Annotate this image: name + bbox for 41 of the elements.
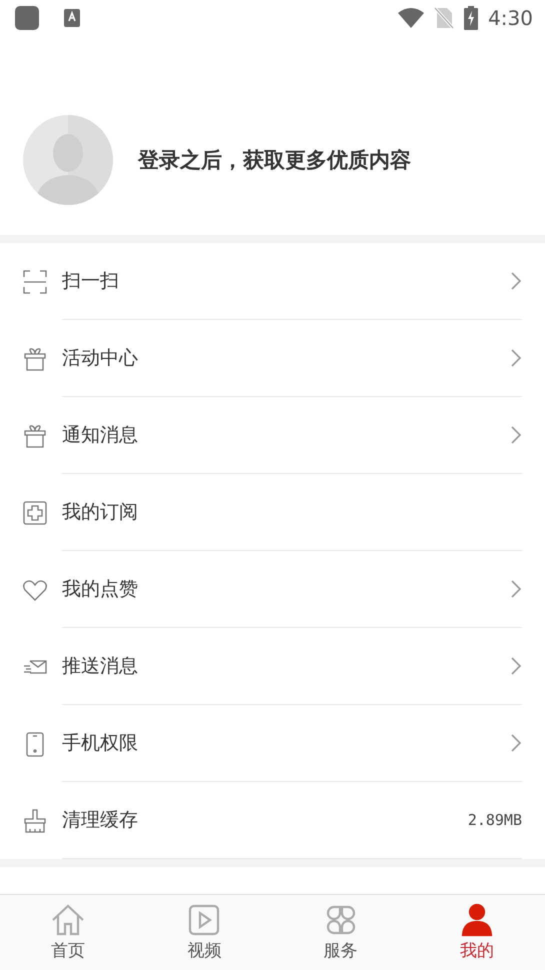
chevron-right-icon: [510, 425, 522, 445]
menu-item[interactable]: 通知消息: [0, 397, 545, 474]
brush-icon: [22, 808, 48, 834]
gift-icon: [22, 346, 48, 372]
tab[interactable]: 我的: [408, 895, 545, 970]
person-icon: [460, 903, 494, 937]
wifi-icon: [398, 7, 424, 29]
menu-label: 扫一扫: [62, 269, 120, 294]
menu-item[interactable]: 推送消息: [0, 628, 545, 705]
menu-item[interactable]: 我的订阅: [0, 474, 545, 551]
home-icon: [51, 903, 86, 937]
menu-label: 我的点赞: [62, 577, 139, 602]
keyboard-icon: [64, 9, 80, 27]
clock-time: 4:30: [488, 6, 533, 30]
chevron-right-icon: [510, 579, 522, 599]
menu-item[interactable]: 手机权限: [0, 705, 545, 782]
menu-item[interactable]: 活动中心: [0, 320, 545, 397]
menu-label: 清理缓存: [62, 808, 139, 833]
video-icon: [187, 903, 222, 937]
gift-icon: [22, 423, 48, 449]
chevron-right-icon: [510, 656, 522, 676]
plus-icon: [22, 500, 48, 526]
login-prompt[interactable]: 登录之后，获取更多优质内容: [138, 146, 411, 174]
tab[interactable]: 服务: [272, 895, 409, 970]
chevron-right-icon: [510, 733, 522, 753]
cache-size: 2.89MB: [468, 811, 522, 829]
menu-item[interactable]: 我的点赞: [0, 551, 545, 628]
menu-label: 活动中心: [62, 346, 139, 371]
menu-label: 手机权限: [62, 731, 139, 756]
menu-label: 通知消息: [62, 423, 139, 448]
menu-label: 我的订阅: [62, 500, 139, 525]
battery-icon: [464, 6, 478, 30]
chevron-right-icon: [510, 348, 522, 368]
menu-label: 推送消息: [62, 654, 139, 679]
tab[interactable]: 视频: [136, 895, 272, 970]
app-icon: [14, 5, 40, 31]
tab[interactable]: 首页: [0, 895, 136, 970]
chevron-right-icon: [510, 271, 522, 291]
no-sim-icon: [434, 7, 454, 29]
menu-item[interactable]: 扫一扫: [0, 243, 545, 320]
scan-icon: [22, 269, 48, 295]
